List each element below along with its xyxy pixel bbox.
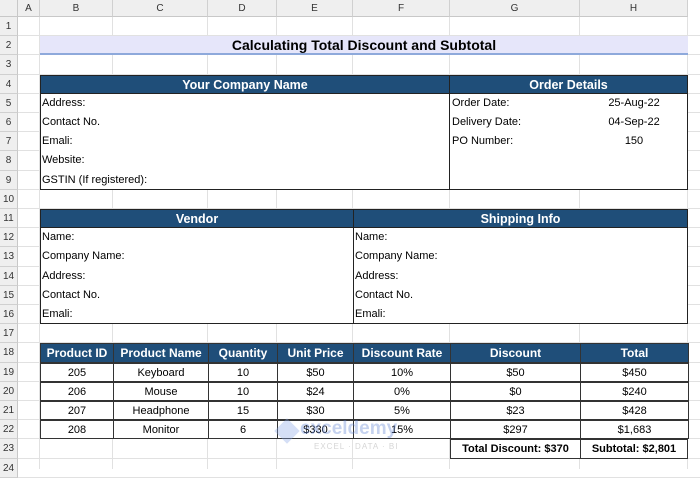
order-date-value[interactable]: 25-Aug-22 xyxy=(580,94,688,113)
column-header-product-id[interactable]: Product ID xyxy=(40,343,114,363)
subtotal-cell[interactable]: Subtotal: $2,801 xyxy=(580,439,688,459)
row-header-7[interactable]: 7 xyxy=(0,132,18,152)
vendor-address-label: Address: xyxy=(42,269,86,282)
table-cell[interactable]: $428 xyxy=(580,401,689,421)
row-header-2[interactable]: 2 xyxy=(0,36,18,56)
company-contact-label: Contact No. xyxy=(42,116,101,128)
row-header-6[interactable]: 6 xyxy=(0,113,18,133)
row-header-5[interactable]: 5 xyxy=(0,93,18,113)
watermark-brand: exceldemy xyxy=(300,418,398,439)
column-header-G[interactable]: G xyxy=(450,0,580,17)
row-header-10[interactable]: 10 xyxy=(0,189,18,209)
row-header-13[interactable]: 13 xyxy=(0,247,18,267)
shipping-address-label: Address: xyxy=(355,269,399,282)
column-header-product-name[interactable]: Product Name xyxy=(113,343,209,363)
vendor-name-label: Name: xyxy=(42,231,75,244)
column-header-quantity[interactable]: Quantity xyxy=(208,343,278,363)
row-header-8[interactable]: 8 xyxy=(0,151,18,171)
table-cell[interactable]: 10 xyxy=(208,381,278,401)
company-email-label: Emali: xyxy=(42,135,73,148)
row-header-14[interactable]: 14 xyxy=(0,266,18,286)
vendor-header: Vendor xyxy=(40,209,354,229)
row-header-15[interactable]: 15 xyxy=(0,285,18,305)
company-address-label: Address: xyxy=(42,96,86,109)
company-header: Your Company Name xyxy=(40,74,450,94)
table-cell[interactable]: $50 xyxy=(277,362,354,382)
row-header-24[interactable]: 24 xyxy=(0,458,18,478)
table-cell[interactable]: 15 xyxy=(208,401,278,421)
row-header-16[interactable]: 16 xyxy=(0,305,18,325)
page-title: Calculating Total Discount and Subtotal xyxy=(231,37,497,54)
table-cell[interactable]: 10% xyxy=(353,362,451,382)
shipping-header: Shipping Info xyxy=(353,209,688,229)
column-header-discount-rate[interactable]: Discount Rate xyxy=(353,343,451,363)
watermark-tagline: EXCEL · DATA · BI xyxy=(314,442,399,451)
table-cell[interactable]: $50 xyxy=(450,362,581,382)
shipping-company-label: Company Name: xyxy=(355,250,438,263)
column-header-H[interactable]: H xyxy=(580,0,688,17)
row-header-22[interactable]: 22 xyxy=(0,420,18,440)
table-cell[interactable]: Mouse xyxy=(113,381,209,401)
table-cell[interactable]: 205 xyxy=(40,362,114,382)
table-cell[interactable]: $0 xyxy=(450,381,581,401)
title-band: Calculating Total Discount and Subtotal xyxy=(40,36,688,56)
table-cell[interactable]: 6 xyxy=(208,420,278,440)
column-header-B[interactable]: B xyxy=(40,0,113,17)
company-gstin-label: GSTIN (If registered): xyxy=(42,173,148,186)
shipping-email-label: Emali: xyxy=(355,308,386,320)
table-cell[interactable]: $297 xyxy=(450,420,581,440)
vendor-company-label: Company Name: xyxy=(42,250,125,263)
delivery-date-label: Delivery Date: xyxy=(452,116,522,128)
shipping-contact-label: Contact No. xyxy=(355,288,414,301)
row-header-21[interactable]: 21 xyxy=(0,401,18,421)
row-header-4[interactable]: 4 xyxy=(0,74,18,94)
table-cell[interactable]: $23 xyxy=(450,401,581,421)
row-header-17[interactable]: 17 xyxy=(0,324,18,344)
vendor-email-label: Emali: xyxy=(42,308,73,320)
total-discount-cell[interactable]: Total Discount: $370 xyxy=(450,439,581,459)
row-header-3[interactable]: 3 xyxy=(0,55,18,75)
row-header-18[interactable]: 18 xyxy=(0,343,18,363)
table-cell[interactable]: $240 xyxy=(580,381,689,401)
order-header: Order Details xyxy=(449,74,688,94)
order-date-label: Order Date: xyxy=(452,96,510,109)
column-header-F[interactable]: F xyxy=(353,0,450,17)
row-header-19[interactable]: 19 xyxy=(0,362,18,382)
shipping-name-label: Name: xyxy=(355,231,388,244)
table-cell[interactable]: 206 xyxy=(40,381,114,401)
table-cell[interactable]: 207 xyxy=(40,401,114,421)
row-header-11[interactable]: 11 xyxy=(0,209,18,229)
table-cell[interactable]: Keyboard xyxy=(113,362,209,382)
delivery-date-value[interactable]: 04-Sep-22 xyxy=(580,113,688,132)
column-header-discount[interactable]: Discount xyxy=(450,343,581,363)
po-number-value[interactable]: 150 xyxy=(580,132,688,151)
vendor-contact-label: Contact No. xyxy=(42,288,101,301)
row-header-9[interactable]: 9 xyxy=(0,170,18,190)
company-website-label: Website: xyxy=(42,154,85,167)
table-cell[interactable]: Headphone xyxy=(113,401,209,421)
column-header-C[interactable]: C xyxy=(113,0,208,17)
table-cell[interactable]: $24 xyxy=(277,381,354,401)
column-header-total[interactable]: Total xyxy=(580,343,689,363)
select-all-corner[interactable] xyxy=(0,0,18,17)
row-header-1[interactable]: 1 xyxy=(0,17,18,37)
table-cell[interactable]: $1,683 xyxy=(580,420,689,440)
column-header-A[interactable]: A xyxy=(18,0,40,17)
column-header-unit-price[interactable]: Unit Price xyxy=(277,343,354,363)
row-header-12[interactable]: 12 xyxy=(0,228,18,248)
table-cell[interactable]: 10 xyxy=(208,362,278,382)
row-header-23[interactable]: 23 xyxy=(0,439,18,459)
table-cell[interactable]: 0% xyxy=(353,381,451,401)
column-header-D[interactable]: D xyxy=(208,0,277,17)
table-cell[interactable]: $450 xyxy=(580,362,689,382)
po-number-label: PO Number: xyxy=(452,135,514,148)
table-cell[interactable]: 208 xyxy=(40,420,114,440)
row-header-20[interactable]: 20 xyxy=(0,381,18,401)
column-header-E[interactable]: E xyxy=(277,0,353,17)
table-cell[interactable]: Monitor xyxy=(113,420,209,440)
